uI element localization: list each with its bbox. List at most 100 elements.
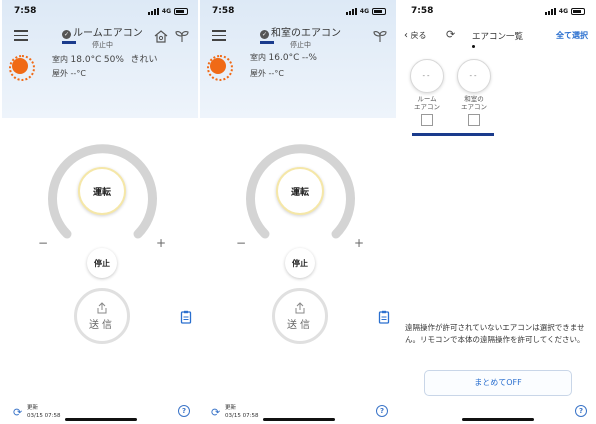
home-icon[interactable] [153,29,169,43]
help-button[interactable]: ? [178,405,190,417]
clipboard-icon[interactable] [180,310,192,324]
panel-room-aircon: 7:58 4G ✓ ルームエアコン 停止中 室内 18.0°C 50% きれい 屋… [2,0,198,424]
aircon-unit-item[interactable]: -- ルーム エアコン [404,59,450,126]
send-label: 送信 [89,319,115,331]
remote-permission-note: 遠隔操作が許可されていないエアコンは選択できません。リモコンで本体の遠隔操作を許… [405,323,585,344]
home-indicator [462,418,534,421]
battery-icon [372,8,386,15]
signal-icon [345,8,357,15]
send-label: 送信 [287,319,313,331]
dropdown-check-icon: ✓ [260,30,269,39]
update-time: 03/15 07:58 [225,413,259,419]
signal-icon [544,8,556,15]
network-label: 4G [161,8,171,15]
device-title-text: 和室のエアコン [271,28,341,39]
temp-down-button[interactable]: − [38,236,48,250]
refresh-icon[interactable]: ⟳ [211,406,220,419]
send-button[interactable]: 送信 [272,288,328,344]
menu-icon[interactable] [212,30,226,41]
indoor-label: 室内 [52,55,68,64]
unit-temp-circle: -- [457,59,491,93]
status-time: 7:58 [14,6,37,16]
outdoor-reading: 屋外 --°C [52,68,86,79]
help-button[interactable]: ? [575,405,587,417]
status-bar: 7:58 4G [212,6,386,20]
share-icon [97,301,107,313]
temp-down-button[interactable]: − [236,236,246,250]
outdoor-temp: --°C [70,69,86,78]
temp-up-button[interactable]: + [354,236,364,250]
unit-checkbox[interactable] [421,114,433,126]
send-button[interactable]: 送信 [74,288,130,344]
network-label: 4G [558,8,568,15]
indoor-reading: 室内 18.0°C 50% きれい [52,52,158,65]
update-time: 03/15 07:58 [27,413,61,419]
sun-icon [207,55,233,81]
unit-name-line1: ルーム [417,95,437,103]
share-icon [295,301,305,313]
indoor-temp: 16.0°C [268,53,300,63]
home-indicator [65,418,137,421]
refresh-icon[interactable]: ⟳ [13,406,22,419]
temp-up-button[interactable]: + [156,236,166,250]
outdoor-temp: --°C [268,69,284,78]
device-state: 停止中 [290,41,311,49]
page-indicator [260,41,274,44]
update-info: 更新 03/15 07:58 [27,404,60,420]
status-time: 7:58 [411,6,434,16]
device-title[interactable]: ✓ ルームエアコン [62,24,143,39]
unit-name-line2: エアコン [414,103,440,111]
panel-aircon-list: 7:58 4G ‹ 戻る ⟳ エアコン一覧 全て選択 -- ルーム エアコン -… [399,0,595,424]
run-button[interactable]: 運転 [78,167,126,215]
air-quality: きれい [130,55,158,65]
back-label: 戻る [410,31,427,40]
update-label: 更新 [27,405,39,411]
stop-button[interactable]: 停止 [285,248,315,278]
status-time: 7:58 [212,6,235,16]
unit-checkbox[interactable] [468,114,480,126]
help-button[interactable]: ? [376,405,388,417]
select-all-button[interactable]: 全て選択 [556,30,588,41]
refresh-icon[interactable]: ⟳ [446,28,455,41]
unit-temp-circle: -- [410,59,444,93]
unit-name-line2: エアコン [461,103,487,111]
run-button[interactable]: 運転 [276,167,324,215]
home-indicator [263,418,335,421]
status-bar: 7:58 4G [14,6,188,20]
device-title-text: ルームエアコン [73,28,143,39]
clipboard-icon[interactable] [378,310,390,324]
sprout-icon[interactable] [372,29,388,43]
device-title[interactable]: ✓ 和室のエアコン [260,24,341,39]
position-dot [472,45,475,48]
panel-washitsu-aircon: 7:58 4G ✓ 和室のエアコン 停止中 室内 16.0°C --% 屋外 --… [200,0,396,424]
network-label: 4G [359,8,369,15]
battery-icon [571,8,585,15]
sun-icon [9,55,35,81]
sprout-icon[interactable] [174,29,190,43]
outdoor-label: 屋外 [52,69,68,78]
back-button[interactable]: ‹ 戻る [404,30,427,41]
page-indicator [62,41,76,44]
update-label: 更新 [225,405,237,411]
dropdown-check-icon: ✓ [62,30,71,39]
outdoor-label: 屋外 [250,69,266,78]
update-info: 更新 03/15 07:58 [225,404,258,420]
unit-name: ルーム エアコン [404,95,450,111]
unit-name-line1: 和室の [464,95,484,103]
indoor-humidity: 50% [103,55,124,65]
indoor-label: 室内 [250,53,266,62]
chevron-left-icon: ‹ [404,30,408,41]
status-bar: 7:58 4G [411,6,585,20]
all-off-button[interactable]: まとめてOFF [424,370,572,396]
device-state: 停止中 [92,41,113,49]
indoor-humidity: --% [301,53,317,63]
indoor-temp: 18.0°C [70,55,102,65]
battery-icon [174,8,188,15]
signal-icon [147,8,159,15]
page-title: エアコン一覧 [472,32,524,42]
unit-name: 和室の エアコン [451,95,497,111]
stop-button[interactable]: 停止 [87,248,117,278]
aircon-unit-item[interactable]: -- 和室の エアコン [451,59,497,126]
menu-icon[interactable] [14,30,28,41]
indoor-reading: 室内 16.0°C --% [250,52,317,63]
